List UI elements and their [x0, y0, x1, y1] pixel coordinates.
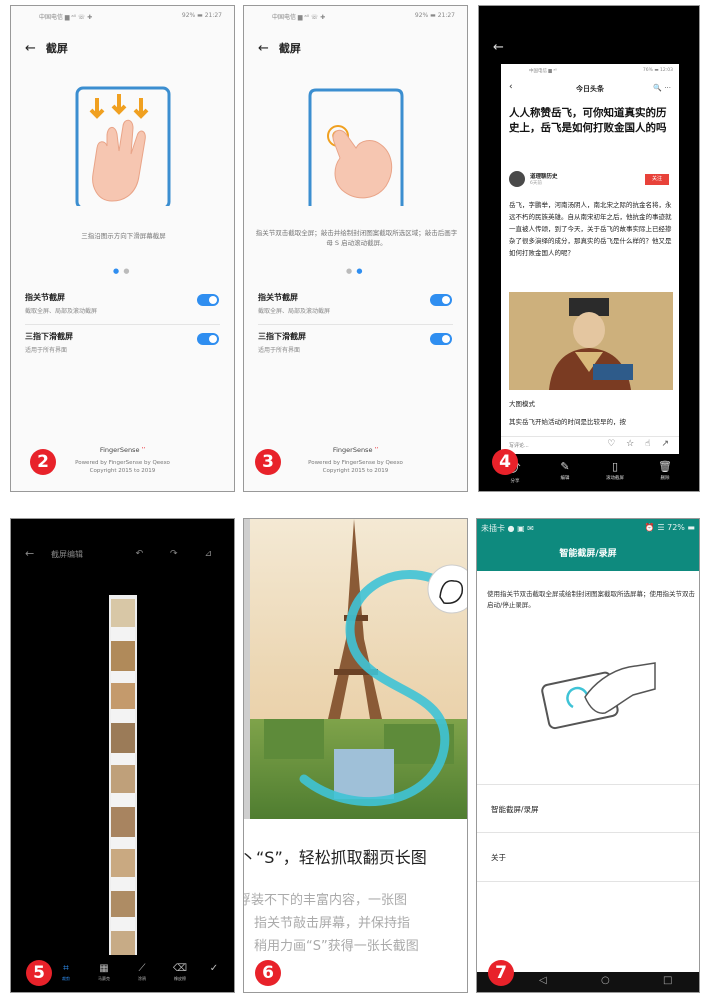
step-badge: 3 — [255, 449, 281, 475]
brush-button[interactable]: ⟋ 涂鸦 — [127, 963, 157, 982]
tutorial-line-1: 浮装不下的丰富内容，一张图 — [243, 893, 408, 908]
mosaic-button[interactable]: ▦ 马赛克 — [89, 963, 119, 982]
s-gesture-stroke — [299, 564, 467, 807]
back-arrow-icon[interactable]: ← — [25, 547, 34, 560]
long-screenshot-thumbnail — [109, 595, 137, 955]
article-body: 岳飞，字鹏举，河南汤阴人，南北宋之际的抗金名将，永远不朽的民族英雄。自从南宋初年… — [509, 201, 672, 257]
like-star-share-icons[interactable]: ♡ ☆ ☝ ↗ — [607, 439, 673, 449]
step-badge: 4 — [492, 449, 518, 475]
article-action-bar: 写评论... ♡ ☆ ☝ ↗ — [501, 436, 679, 454]
option-three-finger-swipe[interactable]: 三指下滑截屏 适用于所有界面 — [258, 331, 458, 354]
three-finger-swipe-illustration — [75, 86, 171, 206]
page-title: 智能截屏/录屏 — [477, 537, 699, 571]
menu-item-about[interactable]: 关于 — [491, 852, 506, 863]
scroll-screenshot-button[interactable]: ▯ 滚动截屏 — [595, 460, 635, 481]
mosaic-icon: ▦ — [99, 963, 109, 974]
crop-icon: ⌗ — [63, 963, 69, 974]
scroll-screenshot-tutorial-panel: 丶“S”，轻松抓取翻页长图 浮装不下的丰富内容，一张图 指关节敲击屏幕，并保持指… — [243, 518, 468, 993]
knuckle-on-phone-illustration — [541, 662, 656, 730]
divider — [477, 832, 699, 833]
menu-item-smart-screenshot[interactable]: 智能截屏/录屏 — [491, 804, 539, 815]
recents-nav-icon[interactable]: □ — [663, 975, 672, 986]
eraser-icon: ⌫ — [172, 963, 188, 974]
check-icon: ✓ — [209, 963, 219, 974]
undo-redo-crop-icons[interactable]: ↶ ↷ ⊿ — [136, 549, 224, 559]
tutorial-line-2: 指关节敲击屏幕，并保持指 — [254, 916, 411, 931]
option-knuckle-screenshot[interactable]: 指关节截屏 截取全屏、局部及滚动截屏 — [25, 292, 225, 315]
brush-icon: ⟋ — [138, 963, 146, 974]
gesture-caption: 指关节双击截取全屏；敲击并绘制封闭图案截取所选区域；敲击后画字母 S 启动滚动截… — [255, 229, 458, 247]
author-date: 6天前 — [530, 181, 542, 186]
back-nav-icon[interactable]: ◁ — [539, 975, 547, 986]
trash-icon: 🗑 — [658, 460, 672, 473]
knuckle-tap-illustration — [308, 88, 404, 206]
page-header: ← 截屏 — [258, 40, 301, 56]
page-indicator[interactable]: ● ● — [346, 267, 363, 275]
page-title: 截屏 — [45, 42, 68, 55]
divider — [25, 324, 220, 325]
screenshot-edit-panel: ← 截屏编辑 ↶ ↷ ⊿ ⌗ 裁剪 ▦ 马赛克 ⟋ 涂鸦 ⌫ 橡皮擦 ✓ — [10, 518, 235, 993]
confirm-button[interactable]: ✓ — [199, 963, 229, 974]
section-heading: 大图模式 — [509, 400, 535, 408]
crop-button[interactable]: ⌗ 裁剪 — [51, 963, 81, 982]
search-more-icons[interactable]: 🔍 ··· — [653, 84, 671, 92]
divider — [477, 784, 699, 785]
three-finger-toggle[interactable] — [197, 333, 219, 345]
follow-button[interactable]: 关注 — [645, 174, 669, 185]
three-finger-toggle[interactable] — [430, 333, 452, 345]
captured-article-screenshot: 中国电信 ▆ ᵃˡˡ 76% ▬ 12:03 ‹ 今日头条 🔍 ··· 人人称赞… — [501, 64, 679, 454]
page-title: 截屏 — [278, 42, 301, 55]
tutorial-headline: 丶“S”，轻松抓取翻页长图 — [243, 848, 427, 867]
back-arrow-icon[interactable]: ← — [258, 41, 269, 56]
step-badge: 6 — [255, 960, 281, 986]
step-badge: 2 — [30, 449, 56, 475]
author-name: 道理聊历史 — [530, 174, 558, 180]
edit-icon: ✎ — [560, 460, 570, 473]
knuckle-toggle[interactable] — [197, 294, 219, 306]
back-arrow-icon[interactable]: ← — [493, 40, 504, 55]
eraser-button[interactable]: ⌫ 橡皮擦 — [165, 963, 195, 982]
comment-input[interactable]: 写评论... — [509, 442, 529, 449]
step-badge: 5 — [26, 960, 52, 986]
step-badge: 7 — [488, 960, 514, 986]
delete-button[interactable]: 🗑 删除 — [645, 460, 685, 481]
gesture-caption: 三指沿图示方向下滑屏幕截屏 — [81, 232, 166, 240]
smart-screenshot-settings-panel: 未插卡 ● ▣ ✉ ⏰ ☰ 72% ▬ 智能截屏/录屏 使用指关节双击截取全屏或… — [476, 518, 700, 993]
tutorial-line-3: 稍用力画“S”获得一张长截图 — [254, 939, 419, 954]
status-bar: 未插卡 ● ▣ ✉ ⏰ ☰ 72% ▬ — [477, 519, 699, 537]
option-knuckle-screenshot[interactable]: 指关节截屏 截取全屏、局部及滚动截屏 — [258, 292, 458, 315]
screenshot-settings-panel-knuckle: 中国电信 ▆ ᵃˡˡ ☏ ✚ 92% ▬ 21:27 ← 截屏 指关节双击截取全屏… — [243, 5, 468, 492]
page-header: ← 截屏 — [25, 40, 68, 56]
author-row: 道理聊历史 6天前 关注 — [509, 171, 671, 191]
page-title: 截屏编辑 — [51, 550, 83, 559]
avatar — [509, 171, 525, 187]
screenshot-settings-panel-three-finger: 中国电信 ▆ ᵃˡˡ ☏ ✚ 92% ▬ 21:27 ← 截屏 三指沿图示方向下滑… — [10, 5, 235, 492]
phone-scroll-icon: ▯ — [611, 460, 619, 473]
yue-fei-portrait-image — [509, 292, 673, 390]
app-title: 今日头条 — [576, 85, 604, 93]
divider — [258, 324, 453, 325]
article-body-continued: 其实岳飞开始活动的时间是比较早的，按 — [509, 418, 626, 426]
article-title: 人人称赞岳飞，可你知道真实的历史上，岳飞是如何打败金国人的吗 — [509, 107, 667, 134]
page-indicator[interactable]: ● ● — [113, 267, 130, 275]
knuckle-toggle[interactable] — [430, 294, 452, 306]
home-nav-icon[interactable]: ○ — [601, 975, 610, 986]
screenshot-preview-panel: ← 中国电信 ▆ ᵃˡˡ 76% ▬ 12:03 ‹ 今日头条 🔍 ··· 人人… — [478, 5, 700, 492]
option-three-finger-swipe[interactable]: 三指下滑截屏 适用于所有界面 — [25, 331, 225, 354]
back-arrow-icon[interactable]: ← — [25, 41, 36, 56]
divider — [477, 881, 699, 882]
edit-button[interactable]: ✎ 编辑 — [545, 460, 585, 481]
feature-description: 使用指关节双击截取全屏或绘制封闭图案截取所选屏幕；使用指关节双击启动/停止录屏。 — [487, 590, 695, 609]
